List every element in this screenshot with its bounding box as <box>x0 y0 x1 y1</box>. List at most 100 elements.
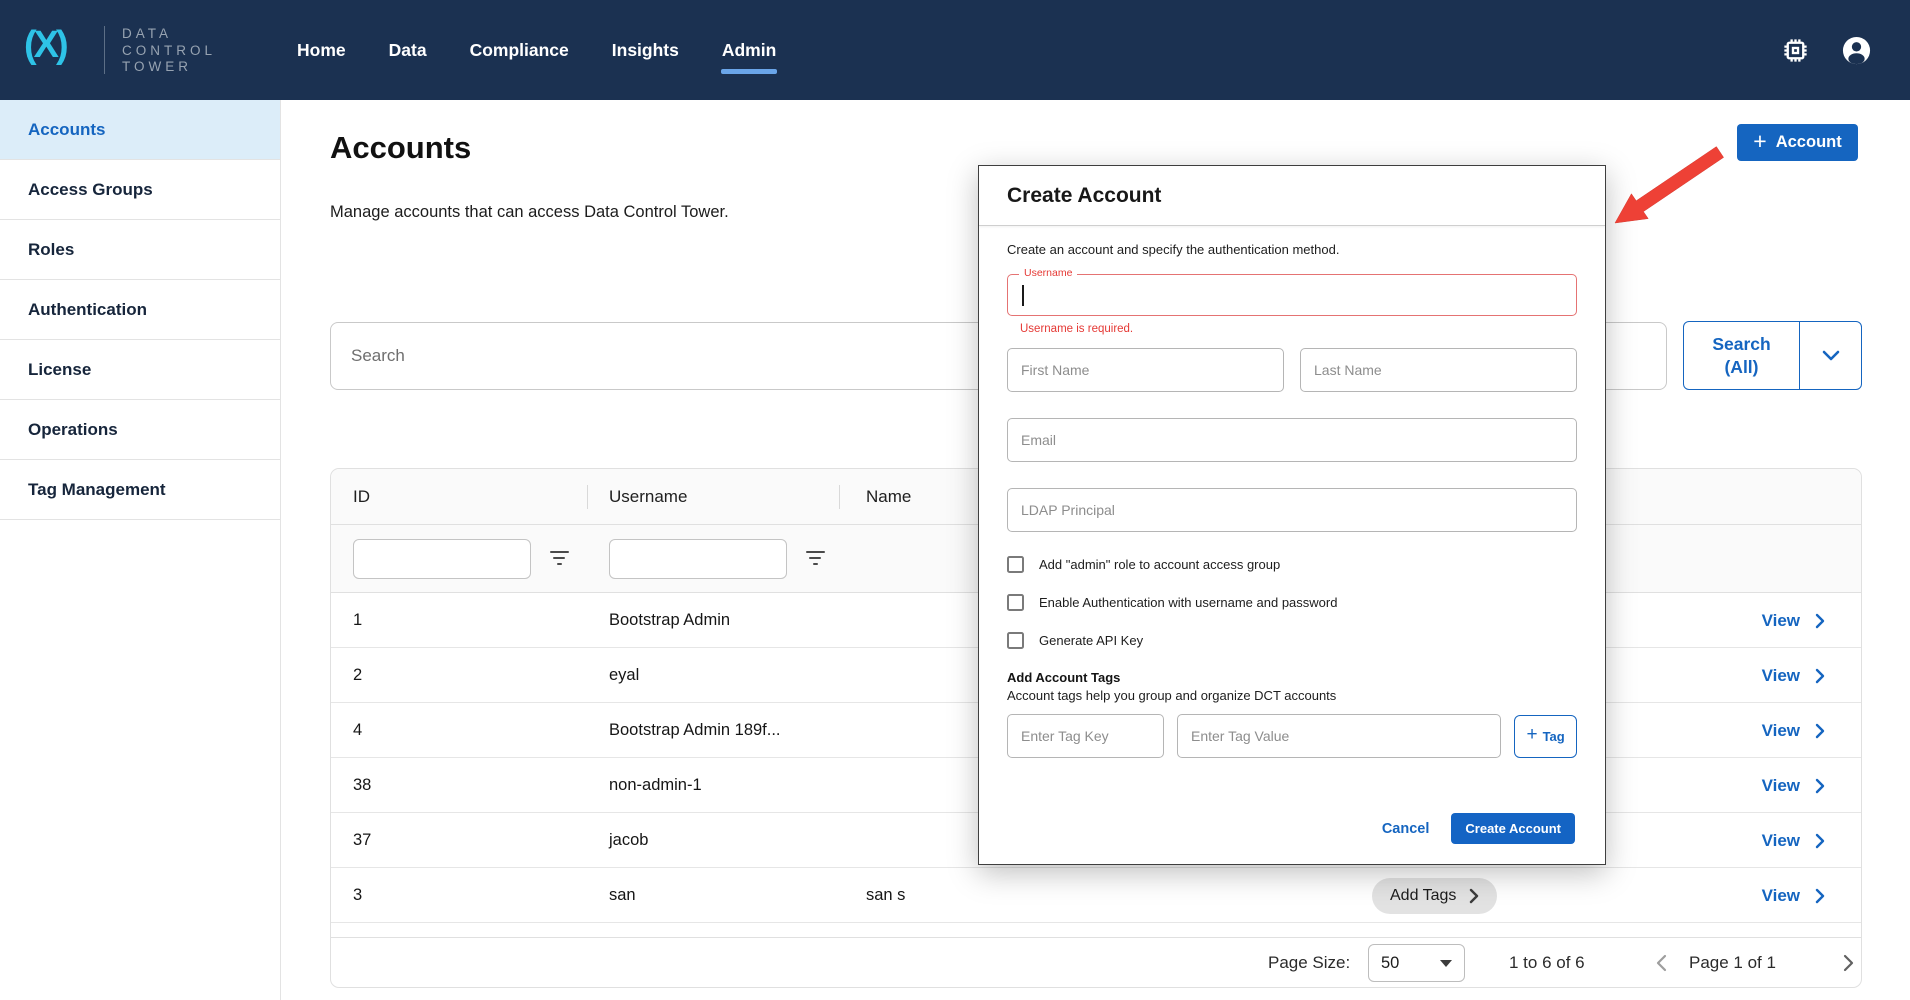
column-header-id[interactable]: ID <box>353 469 370 525</box>
checkbox[interactable] <box>1007 594 1024 611</box>
first-name-field[interactable] <box>1007 348 1284 392</box>
top-nav: (X) DATA CONTROL TOWER Home Data Complianc… <box>0 0 1910 100</box>
nav-item-insights[interactable]: Insights <box>611 34 680 67</box>
checkbox[interactable] <box>1007 556 1024 573</box>
cell-id: 37 <box>353 813 371 868</box>
column-header-username[interactable]: Username <box>609 469 687 525</box>
page-indicator: Page 1 of 1 <box>1689 938 1776 988</box>
column-separator[interactable] <box>587 485 588 509</box>
nav-item-admin[interactable]: Admin <box>721 34 777 67</box>
plus-icon: + <box>1753 128 1766 155</box>
checkbox-row: Generate API Key <box>1007 632 1577 649</box>
username-field[interactable]: Username <box>1007 274 1577 316</box>
checkbox-label: Generate API Key <box>1039 633 1143 648</box>
previous-page-button[interactable] <box>1656 938 1667 988</box>
table-row: 3 san san s Add Tags View <box>331 868 1861 923</box>
cancel-button[interactable]: Cancel <box>1382 821 1430 837</box>
search-button-group: Search (All) <box>1683 321 1862 390</box>
view-link[interactable]: View <box>1762 886 1800 906</box>
logo-line-3: TOWER <box>122 59 216 76</box>
checkbox-row: Add "admin" role to account access group <box>1007 556 1577 573</box>
plus-icon: + <box>1526 724 1537 746</box>
pagination-bar: Page Size: 50 1 to 6 of 6 Page 1 of 1 <box>331 937 1861 987</box>
caret-down-icon <box>1440 960 1452 967</box>
add-tags-button[interactable]: Add Tags <box>1372 878 1497 914</box>
nav-item-compliance[interactable]: Compliance <box>469 34 570 67</box>
checkbox-label: Add "admin" role to account access group <box>1039 557 1280 572</box>
column-header-name[interactable]: Name <box>866 469 911 525</box>
username-filter-input[interactable] <box>609 539 787 579</box>
ldap-principal-field[interactable] <box>1007 488 1577 532</box>
sidebar-item-access-groups[interactable]: Access Groups <box>0 160 280 220</box>
cell-username: jacob <box>609 813 648 868</box>
account-circle-icon[interactable] <box>1841 35 1872 66</box>
view-link[interactable]: View <box>1762 666 1800 686</box>
nav-item-home[interactable]: Home <box>296 34 347 67</box>
settings-chip-icon[interactable] <box>1780 35 1811 66</box>
add-account-button[interactable]: + Account <box>1737 124 1858 161</box>
id-filter-input[interactable] <box>353 539 531 579</box>
chevron-right-icon <box>1815 833 1825 849</box>
cell-username: non-admin-1 <box>609 758 702 813</box>
add-account-tags-subheading: Account tags help you group and organize… <box>1007 688 1577 703</box>
row-range-label: 1 to 6 of 6 <box>1509 938 1585 988</box>
cell-id: 38 <box>353 758 371 813</box>
nav-icons <box>1780 0 1872 100</box>
add-tag-button[interactable]: + Tag <box>1514 715 1577 758</box>
last-name-field[interactable] <box>1300 348 1577 392</box>
cell-id: 1 <box>353 593 362 648</box>
modal-checkboxes: Add "admin" role to account access group… <box>1007 556 1577 649</box>
view-link[interactable]: View <box>1762 776 1800 796</box>
cell-username: Bootstrap Admin <box>609 593 730 648</box>
dct-logo-icon[interactable]: (X) <box>24 24 66 67</box>
view-link[interactable]: View <box>1762 831 1800 851</box>
chevron-left-icon <box>1656 954 1667 972</box>
page-size-select[interactable]: 50 <box>1368 944 1465 982</box>
cell-id: 4 <box>353 703 362 758</box>
modal-title: Create Account <box>1007 184 1161 208</box>
email-field[interactable] <box>1007 418 1577 462</box>
search-options-dropdown[interactable] <box>1800 322 1861 389</box>
tag-key-field[interactable] <box>1007 714 1164 758</box>
logo-divider <box>104 26 105 74</box>
chevron-right-icon <box>1815 888 1825 904</box>
nav-links: Home Data Compliance Insights Admin <box>296 0 777 100</box>
chevron-right-icon <box>1815 778 1825 794</box>
filter-icon[interactable] <box>805 551 825 567</box>
cell-username: eyal <box>609 648 639 703</box>
checkbox[interactable] <box>1007 632 1024 649</box>
view-link[interactable]: View <box>1762 611 1800 631</box>
logo-line-2: CONTROL <box>122 43 216 60</box>
chevron-right-icon <box>1815 613 1825 629</box>
checkbox-label: Enable Authentication with username and … <box>1039 595 1337 610</box>
modal-description: Create an account and specify the authen… <box>1007 242 1577 257</box>
search-all-button[interactable]: Search (All) <box>1684 322 1800 389</box>
modal-footer: Cancel Create Account <box>1382 813 1575 844</box>
cell-username: san <box>609 868 636 923</box>
filter-icon[interactable] <box>549 551 569 567</box>
sidebar-item-tag-management[interactable]: Tag Management <box>0 460 280 520</box>
cell-id: 2 <box>353 648 362 703</box>
nav-item-data[interactable]: Data <box>388 34 428 67</box>
create-account-submit-button[interactable]: Create Account <box>1451 813 1575 844</box>
add-account-tags-heading: Add Account Tags <box>1007 670 1577 685</box>
sidebar-item-license[interactable]: License <box>0 340 280 400</box>
sidebar-item-accounts[interactable]: Accounts <box>0 100 280 160</box>
page-subtitle: Manage accounts that can access Data Con… <box>330 203 729 222</box>
cell-id: 3 <box>353 868 362 923</box>
cell-username: Bootstrap Admin 189f... <box>609 703 781 758</box>
sidebar: AccountsAccess GroupsRolesAuthentication… <box>0 100 281 1000</box>
sidebar-item-authentication[interactable]: Authentication <box>0 280 280 340</box>
logo-line-1: DATA <box>122 26 216 43</box>
chevron-down-icon <box>1822 350 1840 361</box>
sidebar-item-roles[interactable]: Roles <box>0 220 280 280</box>
cell-name: san s <box>866 868 905 923</box>
next-page-button[interactable] <box>1843 938 1854 988</box>
tag-value-field[interactable] <box>1177 714 1501 758</box>
view-link[interactable]: View <box>1762 721 1800 741</box>
app-root: (X) DATA CONTROL TOWER Home Data Complianc… <box>0 0 1910 1000</box>
create-account-modal: Create Account Create an account and spe… <box>978 165 1606 865</box>
column-separator[interactable] <box>839 485 840 509</box>
sidebar-item-operations[interactable]: Operations <box>0 400 280 460</box>
text-caret <box>1022 285 1024 306</box>
